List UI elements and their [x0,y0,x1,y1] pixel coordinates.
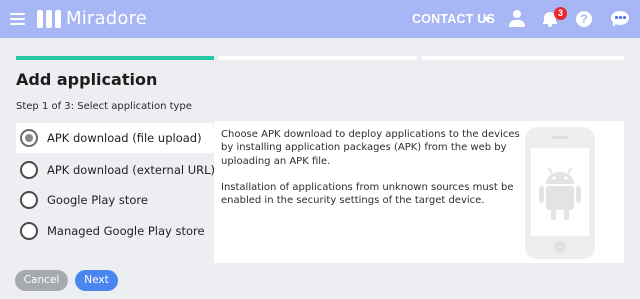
radio-button[interactable] [20,129,38,147]
option-managed-google-play-store[interactable]: Managed Google Play store [16,216,212,246]
radio-button[interactable] [20,222,38,240]
user-icon[interactable] [509,10,525,28]
description-panel: Choose APK download to deploy applicatio… [214,121,624,263]
option-google-play-store[interactable]: Google Play store [16,185,212,215]
description-paragraph-1: Choose APK download to deploy applicatio… [221,129,520,167]
option-label: APK download (file upload) [47,131,202,145]
option-label: APK download (external URL) [47,163,216,177]
description-text: Choose APK download to deploy applicatio… [221,128,521,207]
step-indicator: Step 1 of 3: Select application type [16,101,192,112]
radio-button[interactable] [20,161,38,179]
app-logo-text[interactable]: Miradore [66,8,147,29]
next-button[interactable]: Next [75,270,118,291]
android-phone-icon [525,127,595,259]
page-title: Add application [16,70,158,89]
miradore-logo-icon[interactable] [37,10,61,28]
cancel-button[interactable]: Cancel [15,270,68,291]
description-paragraph-2: Installation of applications from unknow… [221,181,514,207]
notification-badge: 3 [554,7,567,20]
radio-button[interactable] [20,191,38,209]
option-label: Managed Google Play store [47,224,205,238]
help-icon[interactable]: ? [576,11,592,27]
option-apk-external-url[interactable]: APK download (external URL) [16,155,216,185]
caret-down-icon[interactable] [483,17,491,22]
chat-icon[interactable] [611,11,629,27]
option-label: Google Play store [47,193,148,207]
menu-icon[interactable] [10,13,25,25]
progress-step-1 [16,56,214,60]
option-apk-file-upload[interactable]: APK download (file upload) [16,123,220,153]
progress-step-2 [219,56,417,60]
top-bar: Miradore CONTACT US 3 ? [0,0,640,38]
progress-step-3 [422,56,624,60]
